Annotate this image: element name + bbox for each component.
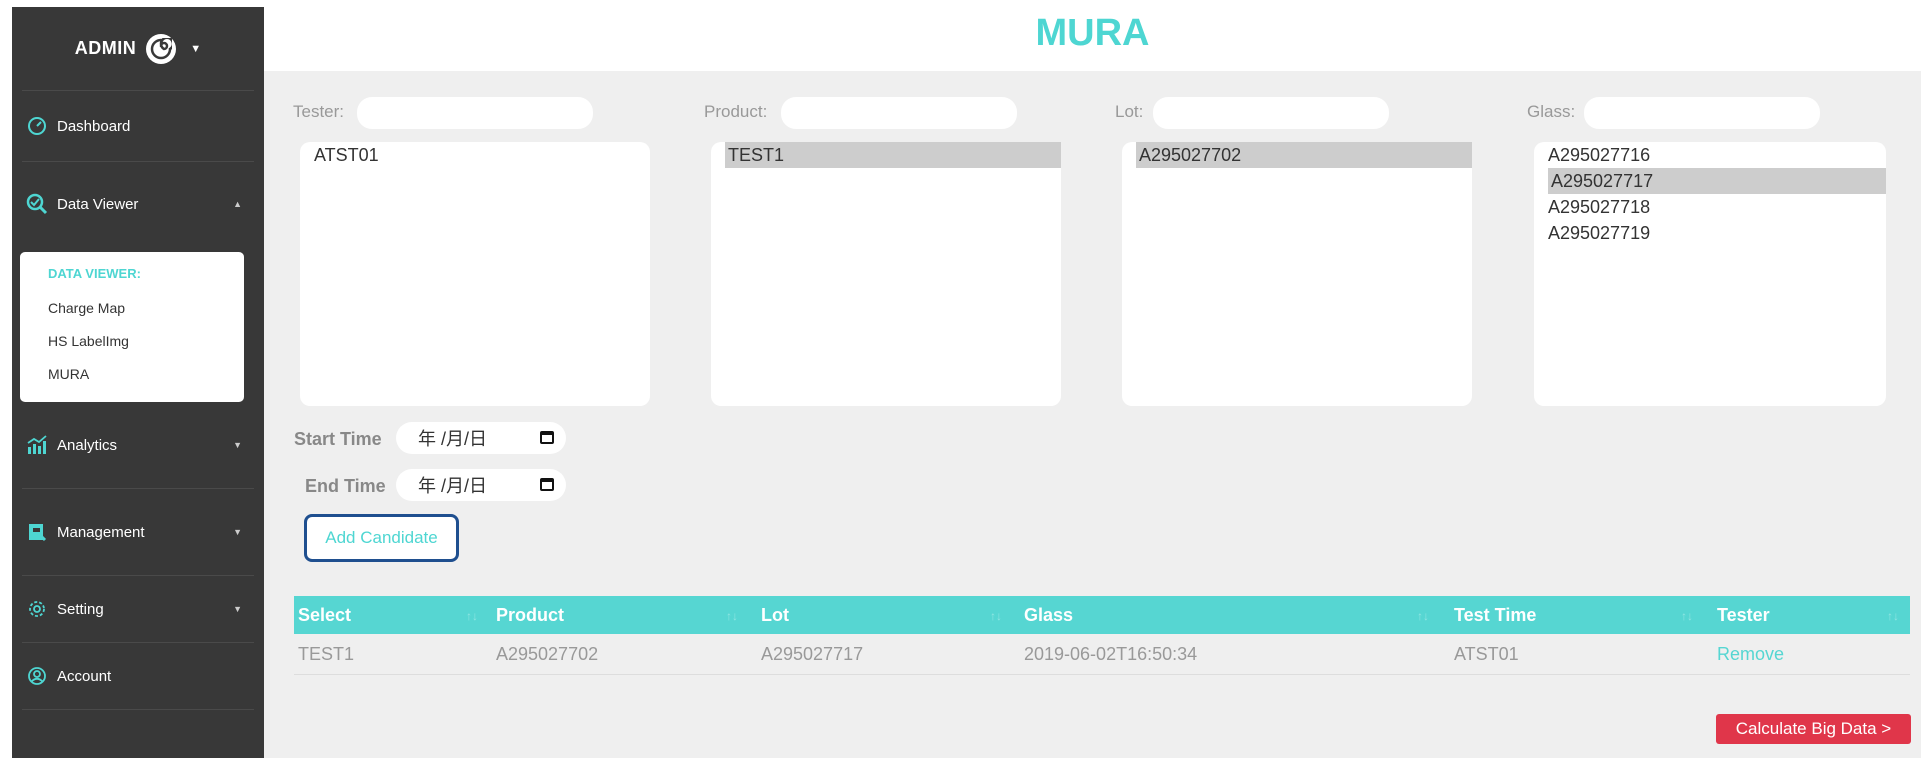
sidebar-item-data-viewer[interactable]: Data Viewer ▲ — [12, 162, 264, 246]
tester-option[interactable]: ATST01 — [300, 142, 650, 168]
admin-label: ADMIN — [74, 38, 137, 58]
sort-icon[interactable]: ↑↓ — [1417, 596, 1429, 634]
management-icon — [25, 520, 49, 544]
sidebar-item-analytics[interactable]: Analytics ▼ — [12, 402, 264, 488]
cell-product: A295027702 — [496, 644, 599, 664]
gear-icon — [25, 597, 49, 621]
glass-label: Glass: — [1527, 102, 1576, 121]
sidebar-item-account[interactable]: Account — [12, 643, 264, 709]
calendar-icon[interactable] — [540, 478, 554, 491]
sort-icon[interactable]: ↑↓ — [1887, 596, 1899, 634]
chevron-down-icon: ▼ — [233, 604, 242, 614]
col-header-tester[interactable]: Tester — [1717, 596, 1770, 634]
chevron-down-icon: ▼ — [233, 527, 242, 537]
tester-listbox[interactable]: ATST01 — [300, 142, 650, 406]
sidebar-item-label: Analytics — [57, 436, 118, 454]
start-time-label: Start Time — [294, 429, 382, 449]
analytics-icon — [25, 433, 49, 457]
sort-icon[interactable]: ↑↓ — [1681, 596, 1693, 634]
chevron-up-icon: ▲ — [233, 199, 242, 209]
end-date-input[interactable]: 年 /月/日 — [396, 469, 566, 501]
sort-icon[interactable]: ↑↓ — [990, 596, 1002, 634]
cell-select: TEST1 — [298, 644, 355, 664]
cell-lot: A295027717 — [761, 644, 864, 664]
submenu-title: DATA VIEWER: — [48, 266, 141, 281]
table-header: Select ↑↓ Product ↑↓ Lot ↑↓ Glass ↑↓ Tes… — [294, 596, 1910, 634]
sidebar-item-label: Management — [57, 523, 145, 541]
sidebar-header[interactable]: ADMIN ▼ — [22, 7, 254, 91]
sidebar: ADMIN ▼ Dashboard Data Viewer ▲ DATA VIE… — [12, 7, 264, 758]
end-time-label: End Time — [305, 476, 386, 496]
title-bar: MURA — [264, 0, 1921, 71]
col-header-lot[interactable]: Lot — [761, 596, 789, 634]
main-content: MURA Tester: Product: Lot: Glass: ATST01… — [264, 0, 1921, 758]
glass-option[interactable]: A295027719 — [1534, 220, 1886, 246]
table-row: TEST1 A295027702 A295027717 2019-06-02T1… — [294, 634, 1910, 675]
product-label: Product: — [704, 102, 768, 121]
sidebar-item-dashboard[interactable]: Dashboard — [12, 91, 264, 161]
chevron-down-icon: ▼ — [233, 440, 242, 450]
add-candidate-button[interactable]: Add Candidate — [304, 514, 459, 562]
lot-label: Lot: — [1115, 102, 1144, 121]
sidebar-item-setting[interactable]: Setting ▼ — [12, 576, 264, 642]
sidebar-item-label: Data Viewer — [57, 195, 139, 213]
lot-input[interactable] — [1153, 97, 1389, 129]
cell-glass: 2019-06-02T16:50:34 — [1024, 644, 1198, 664]
glass-option-selected[interactable]: A295027717 — [1548, 168, 1886, 194]
data-viewer-submenu: DATA VIEWER: Charge Map HS LabelImg MURA — [20, 252, 244, 402]
product-option-selected[interactable]: TEST1 — [725, 142, 1061, 168]
calendar-icon[interactable] — [540, 431, 554, 444]
product-input[interactable] — [781, 97, 1017, 129]
tester-label: Tester: — [293, 102, 345, 121]
glass-option[interactable]: A295027718 — [1534, 194, 1886, 220]
start-date-input[interactable]: 年 /月/日 — [396, 422, 566, 454]
submenu-item-mura[interactable]: MURA — [20, 353, 244, 396]
swirl-logo-icon — [146, 33, 177, 64]
lot-listbox[interactable]: A295027702 — [1122, 142, 1472, 406]
account-icon — [25, 664, 49, 688]
cell-test-time: ATST01 — [1454, 644, 1519, 664]
start-date-value: 年 /月/日 — [418, 429, 488, 449]
sort-icon[interactable]: ↑↓ — [726, 596, 738, 634]
sidebar-item-management[interactable]: Management ▼ — [12, 489, 264, 575]
product-listbox[interactable]: TEST1 — [711, 142, 1061, 406]
sidebar-item-label: Account — [57, 667, 112, 685]
lot-option-selected[interactable]: A295027702 — [1136, 142, 1472, 168]
col-header-select[interactable]: Select — [298, 596, 351, 634]
col-header-product[interactable]: Product — [496, 596, 564, 634]
caret-down-icon: ▼ — [190, 42, 202, 55]
glass-input[interactable] — [1584, 97, 1820, 129]
dashboard-icon — [25, 114, 49, 138]
glass-option[interactable]: A295027716 — [1534, 142, 1886, 168]
calculate-big-data-button[interactable]: Calculate Big Data > — [1716, 714, 1911, 744]
col-header-glass[interactable]: Glass — [1024, 596, 1073, 634]
data-viewer-icon — [25, 192, 49, 216]
sidebar-item-label: Setting — [57, 600, 104, 618]
end-date-value: 年 /月/日 — [418, 476, 488, 496]
col-header-test-time[interactable]: Test Time — [1454, 596, 1536, 634]
remove-link[interactable]: Remove — [1717, 634, 1784, 674]
sidebar-item-label: Dashboard — [57, 117, 131, 135]
glass-listbox[interactable]: A295027716 A295027717 A295027718 A295027… — [1534, 142, 1886, 406]
sort-icon[interactable]: ↑↓ — [466, 596, 478, 634]
tester-input[interactable] — [357, 97, 593, 129]
page-title: MURA — [1035, 12, 1150, 54]
